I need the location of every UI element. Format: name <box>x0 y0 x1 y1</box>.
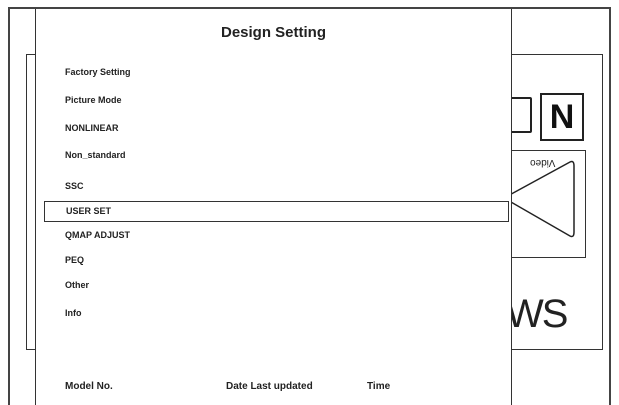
menu-item-info[interactable]: Info <box>65 308 82 318</box>
menu-item-ssc[interactable]: SSC <box>65 181 84 191</box>
time-label: Time <box>367 381 391 392</box>
n-logo-icon: N <box>540 93 584 141</box>
menu-item-other[interactable]: Other <box>65 280 89 290</box>
model-number-label: Model No. <box>65 381 113 392</box>
menu-item-non-standard[interactable]: Non_standard <box>65 150 126 160</box>
play-triangle-icon <box>502 160 575 238</box>
menu-item-user-set[interactable]: USER SET <box>44 201 509 222</box>
menu-item-picture-mode[interactable]: Picture Mode <box>65 95 122 105</box>
ws-logo: WS <box>506 292 568 336</box>
design-setting-panel: Design Setting Factory Setting Picture M… <box>35 9 512 405</box>
menu-item-peq[interactable]: PEQ <box>65 255 84 265</box>
menu-item-qmap-adjust[interactable]: QMAP ADJUST <box>65 230 130 240</box>
menu-item-factory-setting[interactable]: Factory Setting <box>65 67 131 77</box>
menu-item-nonlinear[interactable]: NONLINEAR <box>65 123 119 133</box>
panel-title: Design Setting <box>220 24 326 41</box>
date-last-updated-label: Date Last updated <box>226 381 313 392</box>
